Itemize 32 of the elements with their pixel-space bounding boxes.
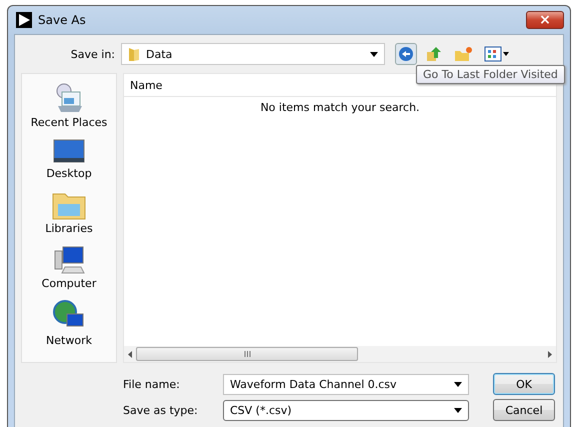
cancel-button[interactable]: Cancel [493,399,555,421]
window-title: Save As [38,13,87,27]
places-bar-item[interactable]: Libraries [45,190,93,235]
file-name-label: File name: [123,378,181,390]
save-as-type-label: Save as type: [123,404,199,416]
places-bar-item[interactable]: Desktop [46,139,92,180]
monitor-icon [53,139,85,165]
folder-icon [128,46,140,62]
dropdown-caret-icon[interactable] [454,408,462,412]
horizontal-scrollbar[interactable] [124,346,556,362]
column-header[interactable]: Name [124,78,162,92]
scroll-right-icon[interactable] [548,350,552,358]
computer-icon [53,245,85,275]
grip-icon [244,351,250,357]
places-bar-item[interactable]: Network [46,300,92,347]
places-bar-item[interactable]: Recent Places [30,82,108,129]
save-in-dropdown[interactable]: Data [121,43,385,65]
app-logo-icon [16,12,32,28]
save-as-type-dropdown[interactable]: CSV (*.csv) [223,400,469,420]
save-in-label: Save in: [70,48,115,60]
ok-button[interactable]: OK [493,373,555,395]
tooltip: Go To Last Folder Visited [416,65,565,84]
empty-message: No items match your search. [260,101,420,114]
back-button[interactable] [395,43,417,65]
places-bar-item[interactable]: Computer [42,245,96,290]
scroll-left-icon[interactable] [128,350,132,358]
recent-places-icon [54,82,84,114]
scrollbar-thumb[interactable] [136,347,358,361]
file-name-field[interactable]: Waveform Data Channel 0.csv [223,374,469,394]
close-button[interactable]: × [526,11,564,29]
dropdown-caret-icon[interactable] [370,52,378,56]
dropdown-caret-icon[interactable] [454,382,462,386]
